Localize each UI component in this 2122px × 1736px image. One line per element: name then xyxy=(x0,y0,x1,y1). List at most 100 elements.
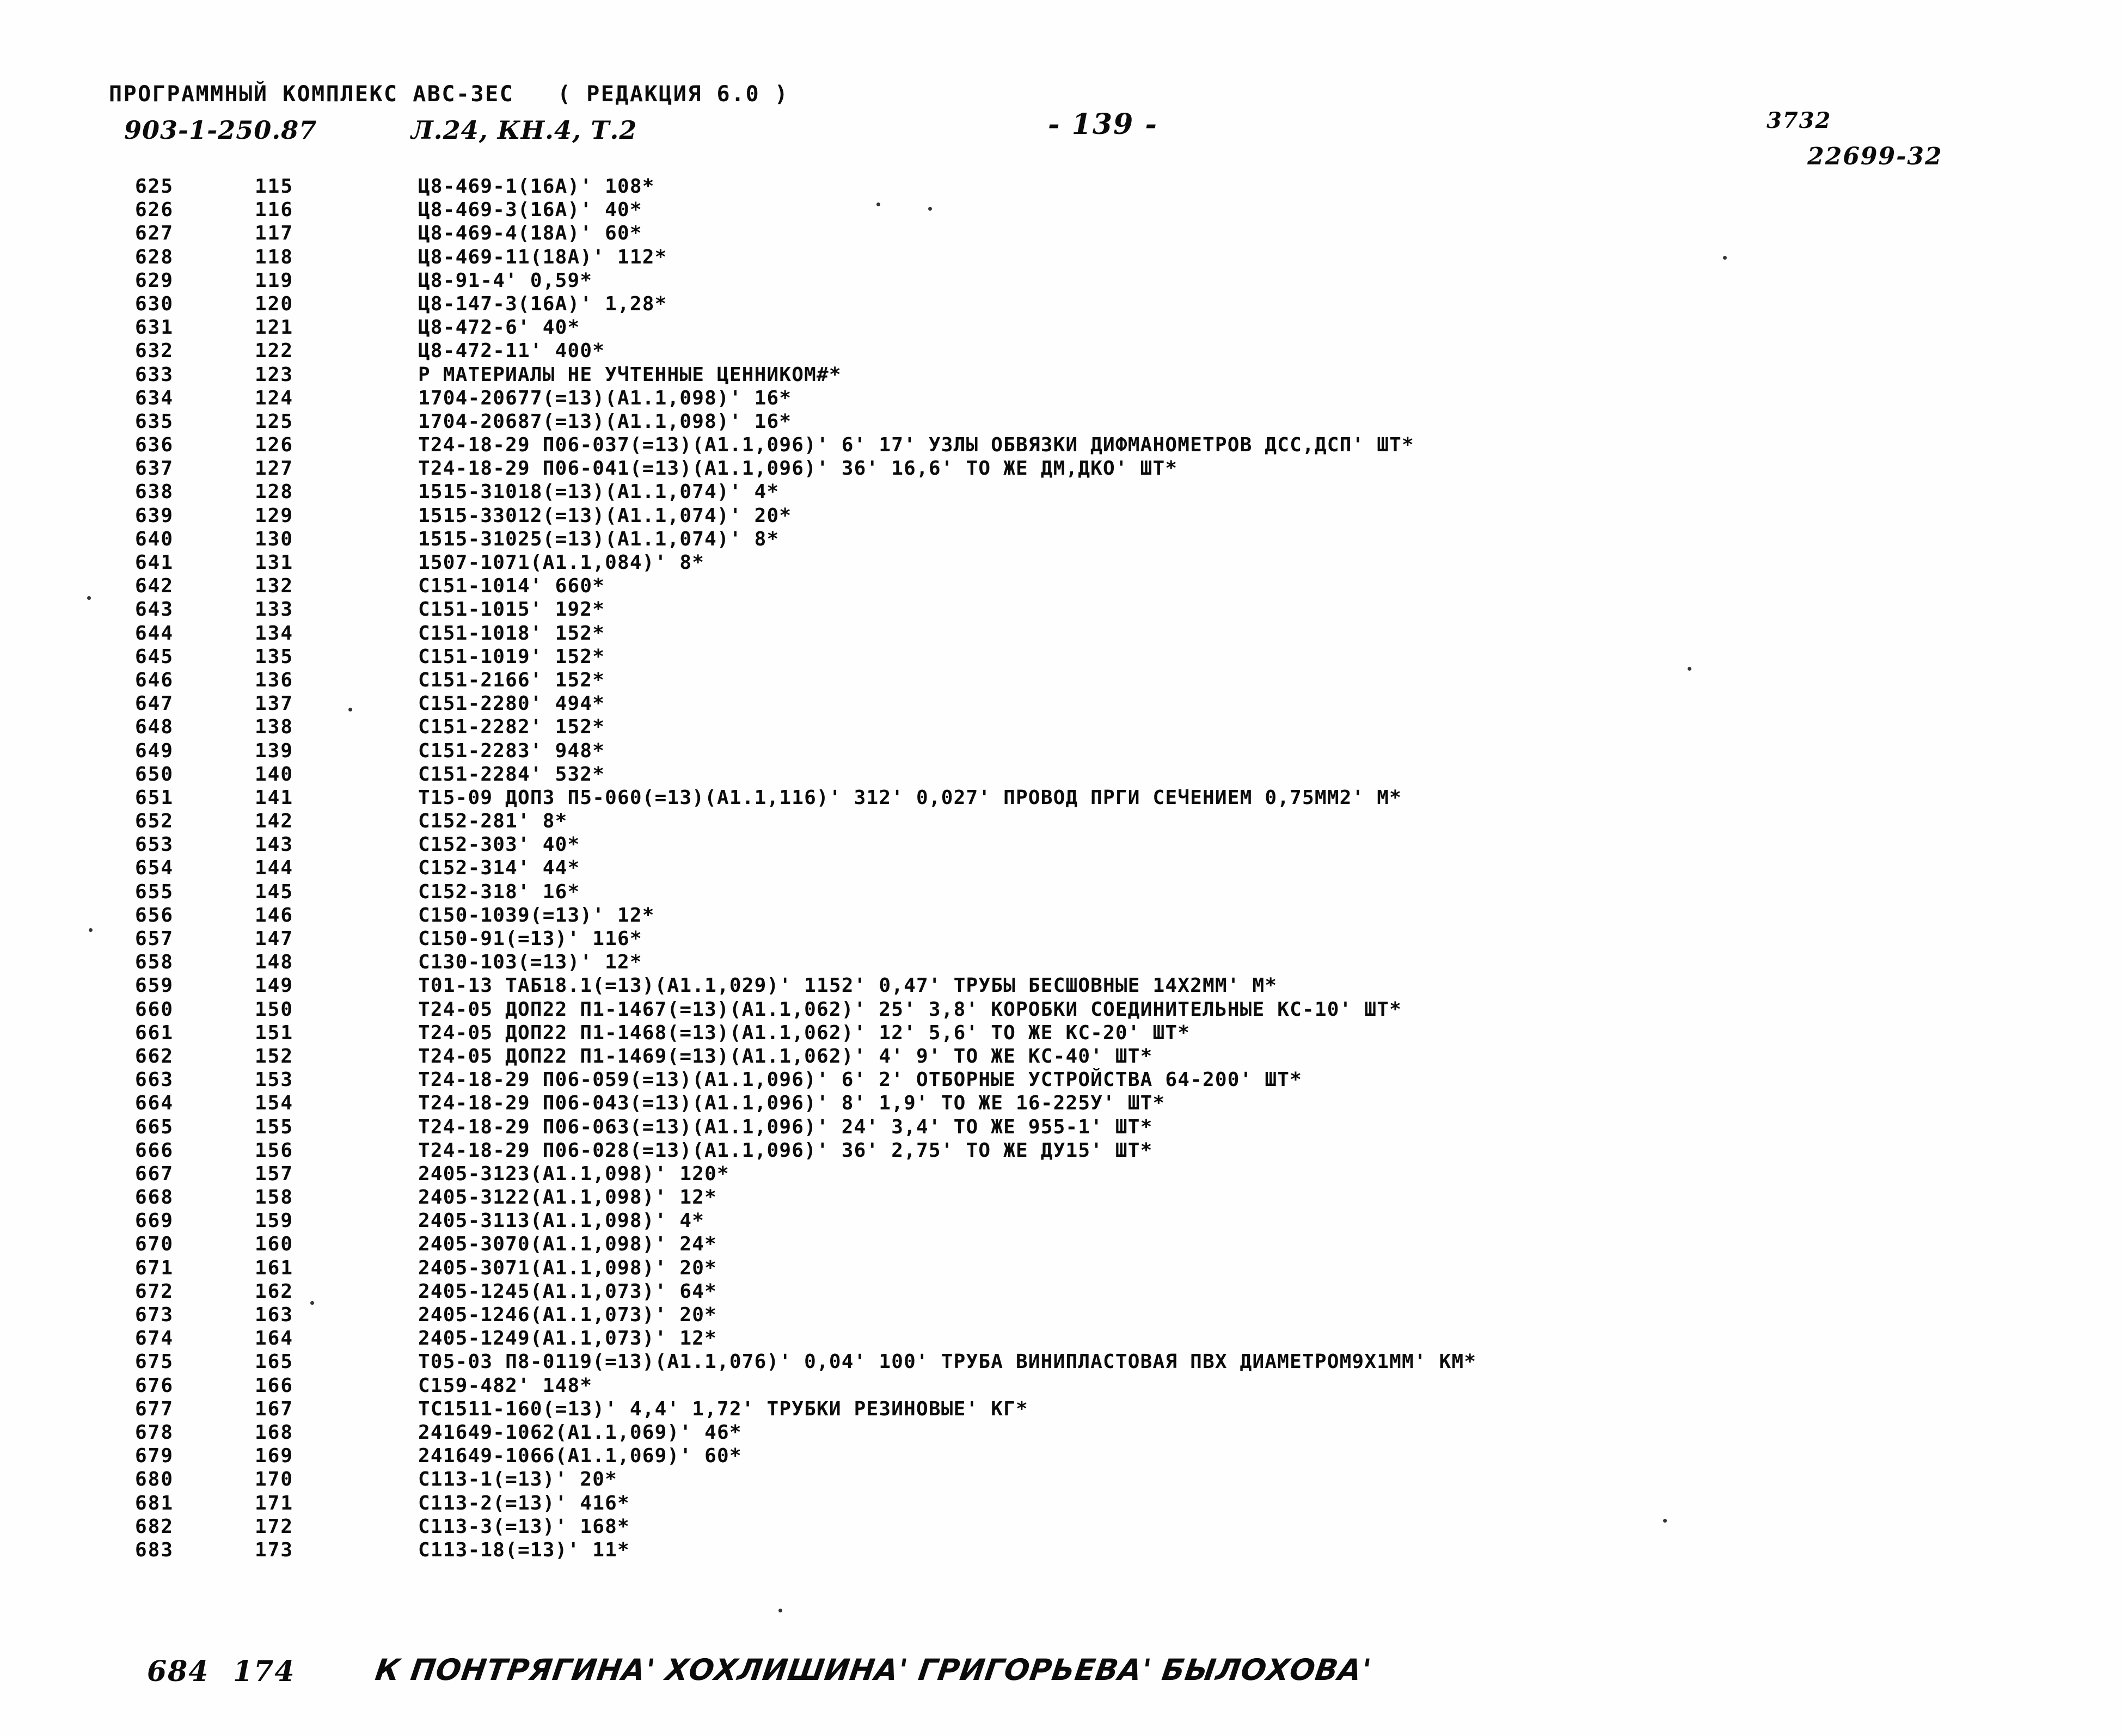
page-header: ПРОГРАММНЫЙ КОМПЛЕКС ABC-3EC ( РЕДАКЦИЯ … xyxy=(0,82,2122,170)
row-material-code: Ц8-469-1(16А)' 108* xyxy=(418,175,655,198)
row-material-code: Ц8-472-6' 40* xyxy=(418,316,580,339)
row-sequence: 673 xyxy=(135,1304,174,1326)
table-row: 645 135 С151-1019' 152* xyxy=(0,646,2122,669)
row-index: 136 xyxy=(255,668,294,691)
row-sequence: 651 xyxy=(135,786,174,809)
row-material-code: Ц8-91-4' 0,59* xyxy=(418,269,593,292)
row-sequence: 663 xyxy=(135,1069,174,1091)
row-material-code: С151-1018' 152* xyxy=(418,622,605,645)
row-index: 171 xyxy=(255,1492,294,1514)
row-sequence: 652 xyxy=(135,810,174,833)
scan-speck xyxy=(928,207,932,211)
row-index: 165 xyxy=(255,1351,294,1373)
row-sequence: 630 xyxy=(135,292,174,315)
row-index: 137 xyxy=(255,692,294,715)
scan-speck xyxy=(876,203,880,206)
row-index: 123 xyxy=(255,363,294,386)
header-code-bottom: 22699-32 xyxy=(1807,143,1943,170)
row-material-code: Р МАТЕРИАЛЫ НЕ УЧТЕННЫЕ ЦЕННИКОМ#* xyxy=(418,363,842,386)
row-sequence: 672 xyxy=(135,1280,174,1303)
row-index: 150 xyxy=(255,998,294,1021)
row-sequence: 659 xyxy=(135,974,174,997)
row-index: 138 xyxy=(255,716,294,739)
header-code-top: 3732 xyxy=(1767,108,1832,133)
table-row: 635 125 1704-20687(=13)(А1.1,098)' 16* xyxy=(0,410,2122,434)
row-index: 117 xyxy=(255,222,294,245)
document-number: 903-1-250.87 xyxy=(124,115,317,145)
table-row: 640 130 1515-31025(=13)(А1.1,074)' 8* xyxy=(0,528,2122,551)
row-index: 118 xyxy=(255,246,294,268)
row-sequence: 671 xyxy=(135,1256,174,1279)
table-row: 650 140 С151-2284' 532* xyxy=(0,763,2122,787)
table-row: 644 134 С151-1018' 152* xyxy=(0,622,2122,646)
table-row: 671 161 2405-3071(А1.1,098)' 20* xyxy=(0,1257,2122,1280)
row-sequence: 680 xyxy=(135,1468,174,1491)
table-row: 651 141 Т15-09 ДОП3 П5-060(=13)(А1.1,116)'… xyxy=(0,787,2122,810)
row-sequence: 627 xyxy=(135,222,174,245)
row-sequence: 633 xyxy=(135,363,174,386)
table-row: 637 127 Т24-18-29 П06-041(=13)(А1.1,096)' … xyxy=(0,457,2122,481)
row-sequence: 670 xyxy=(135,1233,174,1256)
final-row-text: К ПОНТРЯГИНА' ХОХЛИШИНА' ГРИГОРЬЕВА' БЫЛ… xyxy=(373,1653,1374,1687)
row-material-code: С150-91(=13)' 116* xyxy=(418,928,642,950)
row-index: 135 xyxy=(255,645,294,668)
row-index: 173 xyxy=(255,1538,294,1561)
row-index: 154 xyxy=(255,1092,294,1115)
row-sequence: 665 xyxy=(135,1115,174,1138)
row-index: 145 xyxy=(255,880,294,903)
row-material-code: 2405-1246(А1.1,073)' 20* xyxy=(418,1304,717,1326)
row-index: 125 xyxy=(255,410,294,433)
material-listing: 625 115 Ц8-469-1(16А)' 108* 626 116 Ц8-469-3(… xyxy=(0,175,2122,1562)
row-index: 148 xyxy=(255,951,294,974)
row-sequence: 656 xyxy=(135,904,174,927)
row-index: 157 xyxy=(255,1162,294,1185)
table-row: 676 166 С159-482' 148* xyxy=(0,1375,2122,1398)
row-index: 129 xyxy=(255,504,294,527)
table-row: 629 119 Ц8-91-4' 0,59* xyxy=(0,269,2122,293)
row-sequence: 682 xyxy=(135,1515,174,1538)
row-sequence: 653 xyxy=(135,833,174,856)
row-material-code: С151-2166' 152* xyxy=(418,668,605,691)
row-index: 122 xyxy=(255,340,294,363)
row-index: 131 xyxy=(255,551,294,574)
row-index: 170 xyxy=(255,1468,294,1491)
row-sequence: 660 xyxy=(135,998,174,1021)
row-sequence: 662 xyxy=(135,1045,174,1068)
row-sequence: 668 xyxy=(135,1186,174,1209)
row-index: 167 xyxy=(255,1397,294,1420)
program-complex-line: ПРОГРАММНЫЙ КОМПЛЕКС ABC-3EC ( РЕДАКЦИЯ … xyxy=(109,82,789,107)
row-sequence: 667 xyxy=(135,1162,174,1185)
row-material-code: 2405-3122(А1.1,098)' 12* xyxy=(418,1186,717,1209)
row-index: 156 xyxy=(255,1139,294,1162)
page-number: - 139 - xyxy=(1048,108,1158,141)
table-row: 642 132 С151-1014' 660* xyxy=(0,575,2122,598)
table-row: 665 155 Т24-18-29 П06-063(=13)(А1.1,096)' … xyxy=(0,1116,2122,1139)
row-index: 160 xyxy=(255,1233,294,1256)
row-material-code: 241649-1062(А1.1,069)' 46* xyxy=(418,1421,742,1444)
row-material-code: Ц8-469-3(16А)' 40* xyxy=(418,199,642,222)
row-index: 139 xyxy=(255,739,294,762)
final-annotation-row: 684 174 К ПОНТРЯГИНА' ХОХЛИШИНА' ГРИГОРЬ… xyxy=(0,1653,2122,1720)
table-row: 666 156 Т24-18-29 П06-028(=13)(А1.1,096)' … xyxy=(0,1139,2122,1163)
row-material-code: Ц8-469-4(18А)' 60* xyxy=(418,222,642,245)
table-row: 669 159 2405-3113(А1.1,098)' 4* xyxy=(0,1210,2122,1233)
row-material-code: С150-1039(=13)' 12* xyxy=(418,904,655,927)
scan-speck xyxy=(348,708,352,711)
row-material-code: 1515-31025(=13)(А1.1,074)' 8* xyxy=(418,527,780,550)
table-row: 636 126 Т24-18-29 П06-037(=13)(А1.1,096)' … xyxy=(0,434,2122,457)
row-sequence: 681 xyxy=(135,1492,174,1514)
scan-speck xyxy=(310,1301,314,1305)
table-row: 679 169 241649-1066(А1.1,069)' 60* xyxy=(0,1445,2122,1468)
row-material-code: 1704-20687(=13)(А1.1,098)' 16* xyxy=(418,410,792,433)
row-index: 155 xyxy=(255,1115,294,1138)
row-index: 147 xyxy=(255,928,294,950)
row-material-code: Ц8-472-11' 400* xyxy=(418,340,605,363)
row-material-code: 241649-1066(А1.1,069)' 60* xyxy=(418,1445,742,1468)
scan-speck xyxy=(778,1609,782,1612)
row-material-code: Т24-18-29 П06-059(=13)(А1.1,096)' 6' 2' … xyxy=(418,1069,1303,1091)
table-row: 670 160 2405-3070(А1.1,098)' 24* xyxy=(0,1233,2122,1256)
row-sequence: 664 xyxy=(135,1092,174,1115)
row-index: 132 xyxy=(255,575,294,598)
table-row: 647 137 С151-2280' 494* xyxy=(0,692,2122,716)
table-row: 659 149 Т01-13 ТАБ18.1(=13)(А1.1,029)' 115… xyxy=(0,974,2122,998)
